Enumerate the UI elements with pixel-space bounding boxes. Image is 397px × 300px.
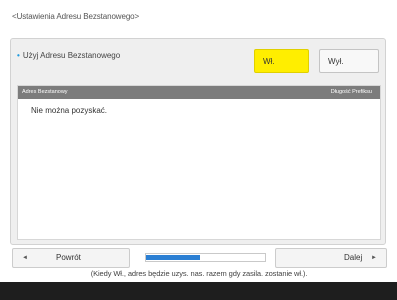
setting-label: • Użyj Adresu Bezstanowego bbox=[17, 51, 120, 60]
table-header: Adres Bezstanowy Długość Prefiksu bbox=[18, 86, 380, 99]
next-label: Dalej bbox=[344, 253, 363, 262]
on-button[interactable]: Wł. bbox=[254, 49, 309, 73]
column-header-address: Adres Bezstanowy bbox=[22, 89, 68, 95]
column-header-prefix-length: Długość Prefiksu bbox=[330, 89, 372, 95]
arrow-right-icon: ► bbox=[371, 255, 377, 261]
table-row-address: Nie można pozyskać. bbox=[31, 106, 108, 115]
setting-label-text: Użyj Adresu Bezstanowego bbox=[22, 51, 121, 60]
off-button[interactable]: Wył. bbox=[319, 49, 379, 73]
settings-panel: • Użyj Adresu Bezstanowego Wł. Wył. Adres… bbox=[10, 38, 386, 278]
back-button[interactable]: ◄ Powrót bbox=[12, 248, 130, 268]
progress-bar bbox=[145, 253, 266, 262]
back-label: Powrót bbox=[56, 253, 81, 262]
bullet-icon: • bbox=[17, 51, 20, 60]
arrow-left-icon: ◄ bbox=[22, 255, 28, 261]
bottom-bar bbox=[0, 282, 397, 300]
window-title: <Ustawienia Adresu Bezstanowego> bbox=[12, 12, 140, 21]
address-table: Adres Bezstanowy Długość Prefiksu Nie mo… bbox=[17, 85, 381, 278]
progress-fill bbox=[146, 255, 200, 260]
info-note: (Kiedy Wł., adres będzie uzys. nas. raze… bbox=[90, 269, 308, 278]
next-button[interactable]: Dalej ► bbox=[275, 248, 387, 268]
use-stateless-address-row: • Użyj Adresu Bezstanowego Wł. Wył. bbox=[11, 43, 385, 73]
